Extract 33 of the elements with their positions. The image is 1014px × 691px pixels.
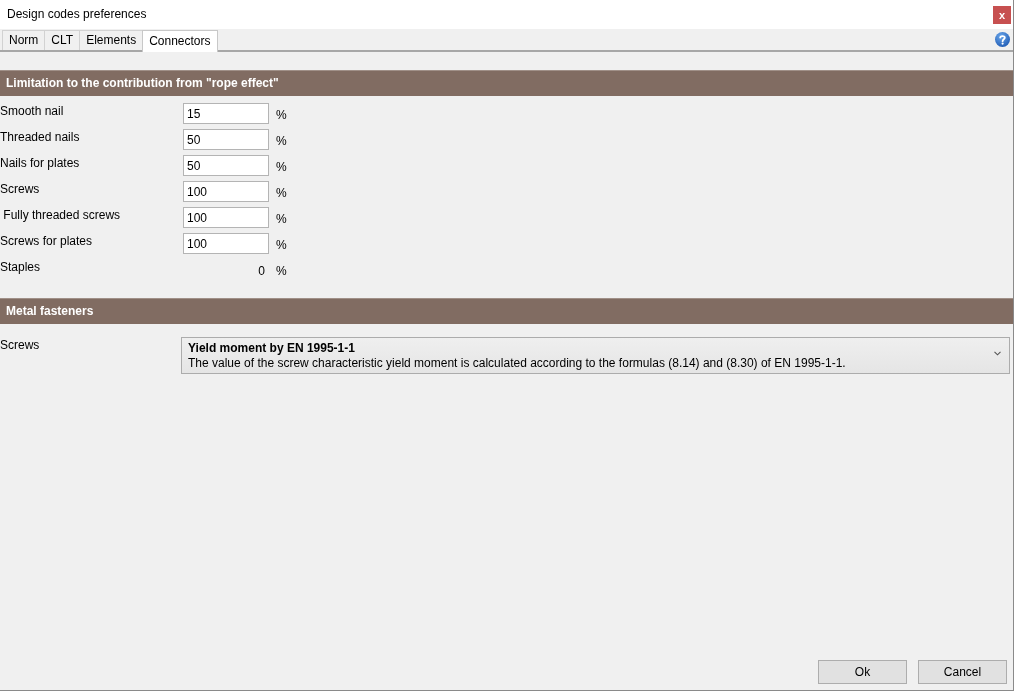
number-field[interactable]: 50 bbox=[183, 129, 269, 150]
field-label: Smooth nail bbox=[0, 103, 65, 119]
field-label: Nails for plates bbox=[0, 155, 81, 171]
field-label: Fully threaded screws bbox=[2, 207, 122, 223]
field-label: Threaded nails bbox=[0, 129, 81, 145]
section-header: Metal fasteners bbox=[0, 298, 1013, 324]
number-field[interactable]: 100 bbox=[183, 181, 269, 202]
unit-label: % bbox=[276, 263, 287, 279]
number-field[interactable]: 15 bbox=[183, 103, 269, 124]
unit-label: % bbox=[276, 185, 287, 201]
section-header: Limitation to the contribution from "rope effect" bbox=[0, 70, 1013, 96]
field-label: Screws bbox=[0, 337, 41, 353]
unit-label: % bbox=[276, 237, 287, 253]
tab[interactable]: Connectors bbox=[142, 30, 218, 52]
number-field[interactable]: 100 bbox=[183, 207, 269, 228]
field-label: Screws bbox=[0, 181, 41, 197]
tab[interactable]: Norm bbox=[2, 30, 46, 50]
help-icon[interactable] bbox=[995, 32, 1010, 47]
unit-label: % bbox=[276, 159, 287, 175]
unit-label: % bbox=[276, 133, 287, 149]
unit-label: % bbox=[276, 211, 287, 227]
dialog-button[interactable]: Cancel bbox=[918, 660, 1007, 684]
number-field[interactable]: 100 bbox=[183, 233, 269, 254]
chevron-down-icon bbox=[994, 351, 1001, 356]
number-field[interactable]: 50 bbox=[183, 155, 269, 176]
dropdown-field[interactable]: Yield moment by EN 1995-1-1 The value of the screw characteristic yield moment is calculated according to the formulas (8.14) and (8.30) of EN 1995-1-1. bbox=[181, 337, 1010, 374]
close-button[interactable]: x bbox=[993, 6, 1011, 24]
unit-label: % bbox=[276, 107, 287, 123]
field-label: Staples bbox=[0, 259, 42, 275]
field-label: Screws for plates bbox=[0, 233, 94, 249]
dialog-button[interactable]: Ok bbox=[818, 660, 907, 684]
window-title: Design codes preferences bbox=[7, 7, 147, 22]
field-value: 0 bbox=[258, 264, 265, 278]
